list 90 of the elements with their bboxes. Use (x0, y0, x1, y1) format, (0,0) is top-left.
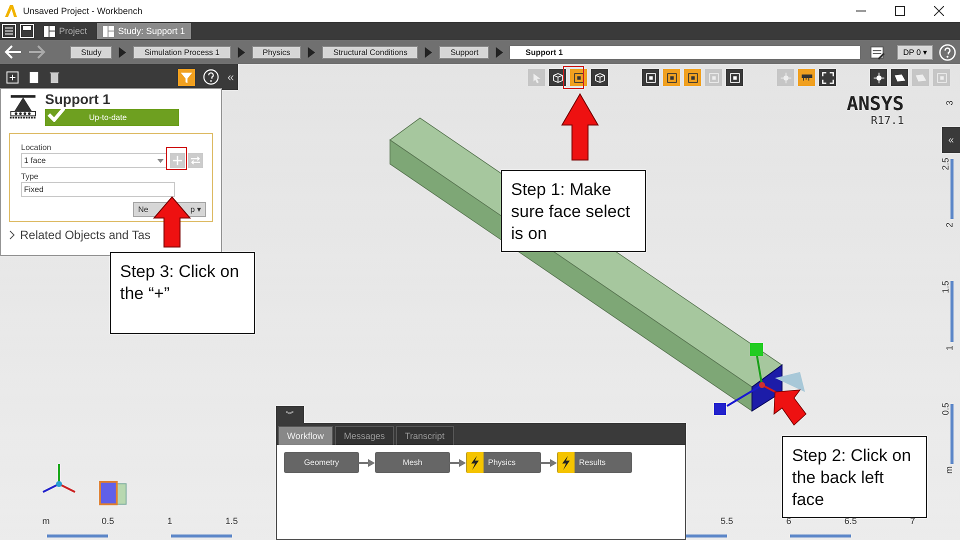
highlight-frame (166, 147, 187, 170)
scale-label: 7 (910, 516, 916, 526)
chevron-icon (118, 46, 128, 58)
field-label: Location (21, 143, 52, 152)
window-icon (44, 26, 55, 36)
trash-icon[interactable] (48, 70, 61, 84)
expand-icon[interactable] (819, 69, 836, 86)
caret-icon (157, 158, 164, 162)
object-title: Support 1 (45, 91, 112, 107)
design-point-button[interactable]: DP 0 ▾ (897, 44, 933, 60)
workflow-step[interactable]: Mesh (375, 452, 450, 473)
window-title: Unsaved Project - Workbench (23, 6, 142, 16)
app-logo-icon (4, 4, 18, 18)
workflow-step[interactable]: Physics (466, 452, 541, 473)
scale-label: m (943, 466, 954, 474)
frame-icon[interactable] (663, 69, 680, 86)
check-icon (47, 107, 65, 122)
type-field[interactable]: Fixed (21, 182, 175, 197)
scale-label: 0.5 (940, 402, 951, 416)
back-arrow-icon[interactable] (4, 45, 22, 59)
callout-note: Step 2: Click on the back left face (782, 436, 927, 518)
chevron-icon (424, 46, 434, 58)
frame-icon[interactable] (684, 69, 701, 86)
frame-icon[interactable] (570, 69, 587, 86)
scale-label: 1 (944, 345, 954, 350)
scale-label: 1.5 (225, 516, 238, 526)
version-label: R17.1 (870, 114, 904, 127)
maximize-icon[interactable] (895, 6, 905, 16)
frame-icon[interactable] (642, 69, 659, 86)
scale-label: 3 (944, 100, 954, 106)
support-icon (9, 93, 39, 121)
chevron-icon (236, 46, 246, 58)
side-collapse-button[interactable]: « (942, 127, 960, 153)
dot-icon[interactable] (870, 69, 887, 86)
scale-label: 1 (167, 516, 172, 526)
brand-logo: ANSYS (846, 94, 904, 114)
callout-note: Step 3: Click on the “+” (110, 252, 255, 334)
breadcrumb-item[interactable]: Structural Conditions (322, 46, 418, 58)
scale-label: m (42, 516, 50, 526)
scale-label: 2 (944, 222, 954, 228)
breadcrumb-item[interactable]: Study (70, 46, 112, 58)
lightning-icon (466, 452, 484, 473)
flow-arrow-icon (450, 459, 466, 467)
help-icon[interactable] (203, 69, 220, 85)
tab[interactable]: Project (38, 23, 94, 39)
cube-icon[interactable] (549, 69, 566, 86)
chevron-icon (9, 230, 15, 240)
window-icon (103, 26, 114, 36)
highlight-frame (563, 66, 584, 89)
scale-label: 0.5 (102, 516, 114, 526)
callout-note: Step 1: Make sure face select is on (501, 170, 646, 252)
chevron-icon (495, 46, 504, 58)
tab[interactable]: Messages (334, 426, 394, 445)
save-icon[interactable] (20, 24, 34, 38)
status-label: Up-to-date (89, 113, 127, 122)
chevron-icon (307, 46, 316, 58)
breadcrumb-item[interactable]: Simulation Process 1 (133, 46, 231, 58)
scale-label: 6 (786, 516, 792, 526)
collapse-button[interactable]: « (227, 70, 234, 84)
scale-label: 6.5 (844, 516, 857, 526)
scale-label: 1.5 (940, 280, 951, 293)
scale-label: 5.5 (720, 516, 734, 526)
workflow-step[interactable]: Geometry (284, 452, 359, 473)
copy-icon[interactable] (27, 70, 40, 84)
close-icon[interactable] (934, 6, 944, 16)
frame-icon[interactable] (726, 69, 743, 86)
tab[interactable]: Transcript (396, 426, 454, 445)
location-dropdown[interactable]: 1 face (21, 153, 167, 168)
field-label: Type (21, 172, 40, 181)
pointer-arrow (774, 390, 807, 426)
related-objects-header[interactable]: Related Objects and Tas (9, 228, 213, 242)
lightning-icon (557, 452, 575, 473)
pointer-arrow (153, 196, 191, 248)
flow-arrow-icon (541, 459, 557, 467)
collapse-button[interactable]: ︾ (276, 406, 304, 423)
help-icon[interactable] (939, 44, 956, 60)
breadcrumb-item[interactable]: Physics (252, 46, 302, 58)
list-icon[interactable] (2, 24, 16, 38)
filter-icon[interactable] (178, 68, 196, 86)
breadcrumb-item[interactable]: Support 1 (510, 46, 860, 58)
cube-icon[interactable] (591, 69, 608, 86)
ruler-icon[interactable] (798, 69, 815, 86)
scale-label: 2.5 (940, 158, 951, 170)
flow-arrow-icon (359, 459, 375, 467)
plane-icon[interactable] (891, 69, 908, 86)
parameters-icon[interactable] (870, 44, 886, 60)
workflow-step[interactable]: Results (557, 452, 632, 473)
breadcrumb-item[interactable]: Support (439, 46, 490, 58)
pointer-arrow (561, 93, 599, 161)
add-icon[interactable] (6, 70, 19, 84)
